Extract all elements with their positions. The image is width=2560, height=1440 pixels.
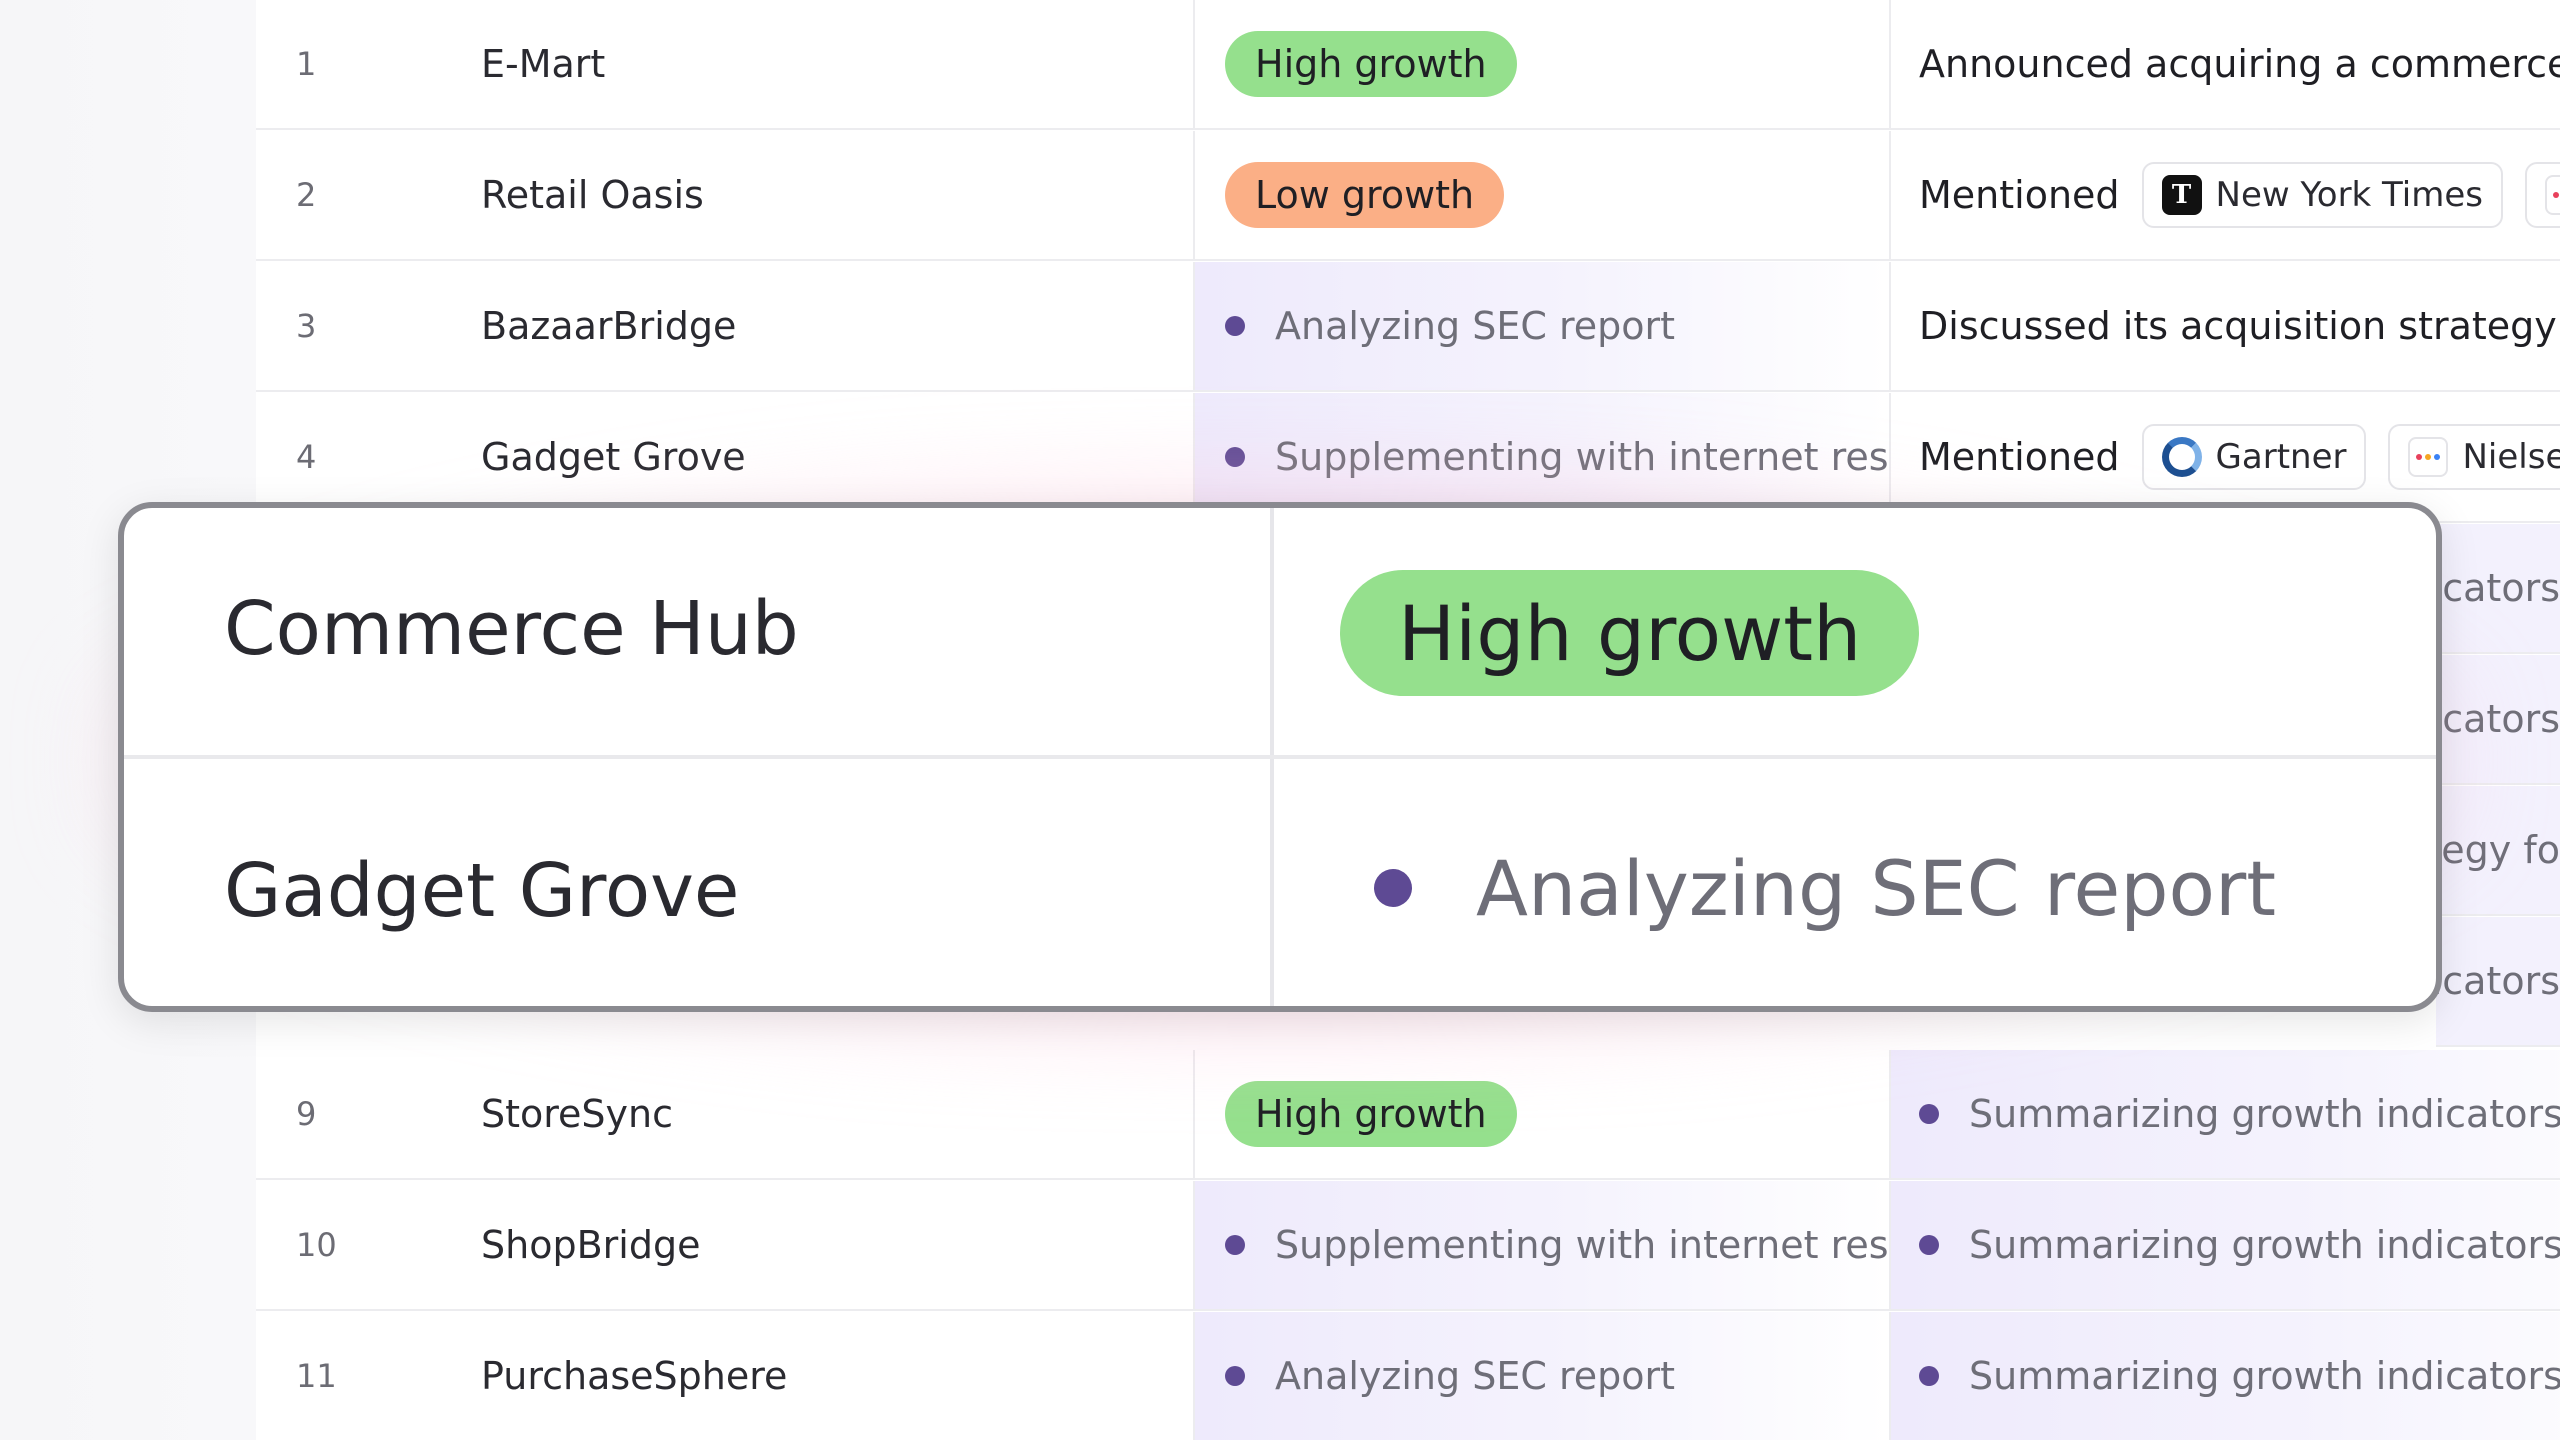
note-text: Announced acquiring a commerce-: [1919, 42, 2560, 86]
magnified-loading-status[interactable]: Analyzing SEC report: [1374, 818, 2276, 958]
note-text: Discussed its acquisition strategy fo: [1919, 304, 2560, 348]
growth-status-cell[interactable]: Analyzing SEC report: [1193, 262, 1889, 390]
table-row[interactable]: 3 BazaarBridge Analyzing SEC report Discuss…: [256, 262, 2560, 392]
high-growth-pill: High growth: [1225, 31, 1517, 97]
table-row[interactable]: 2 Retail Oasis Low growth Mentioned T New Yor…: [256, 131, 2560, 261]
row-number: 10: [296, 1226, 337, 1264]
research-note-cell[interactable]: Discussed its acquisition strategy fo: [1889, 262, 2560, 390]
growth-status-cell[interactable]: Low growth: [1193, 131, 1889, 259]
company-name-cell[interactable]: Retail Oasis: [481, 131, 1191, 259]
loading-dot-icon: [1919, 1104, 1939, 1124]
research-note-cell[interactable]: Announced acquiring a commerce-: [1889, 0, 2560, 128]
table-row[interactable]: 1 E-Mart High growth Announced acquiring a …: [256, 0, 2560, 130]
loading-dot-icon: [1374, 869, 1412, 907]
growth-status-cell[interactable]: High growth: [1193, 0, 1889, 128]
source-chip[interactable]: N: [2524, 162, 2560, 228]
loading-dot-icon: [1919, 1235, 1939, 1255]
growth-status-cell[interactable]: Supplementing with internet res: [1193, 1181, 1889, 1309]
loading-dot-icon: [1225, 1366, 1245, 1386]
row-number: 1: [296, 45, 317, 83]
magnified-loading-label: Analyzing SEC report: [1476, 843, 2277, 933]
company-name-cell[interactable]: BazaarBridge: [481, 262, 1191, 390]
loading-dot-icon: [1225, 1235, 1245, 1255]
magnifier-row-divider: [124, 755, 2436, 759]
loading-status-text: Analyzing SEC report: [1275, 1354, 1676, 1398]
research-note-cell[interactable]: Summarizing growth indicators: [1889, 1181, 2560, 1309]
source-chip[interactable]: T New York Times: [2141, 162, 2503, 228]
company-name-cell[interactable]: PurchaseSphere: [481, 1312, 1191, 1440]
low-growth-pill: Low growth: [1225, 162, 1505, 228]
research-note-cell[interactable]: Mentioned T New York Times N: [1889, 131, 2560, 259]
company-name-cell[interactable]: ShopBridge: [481, 1181, 1191, 1309]
loading-status-text: Supplementing with internet res: [1275, 1223, 1889, 1267]
source-name: Nielsen: [2462, 437, 2560, 477]
loading-dot-icon: [1919, 1366, 1939, 1386]
table-row[interactable]: 11 PurchaseSphere Analyzing SEC report Summ…: [256, 1312, 2560, 1440]
magnified-company-name[interactable]: Commerce Hub: [224, 586, 799, 672]
loading-dot-icon: [1225, 316, 1245, 336]
table-row[interactable]: 10 ShopBridge Supplementing with internet …: [256, 1181, 2560, 1311]
loading-note-text: Summarizing growth indicators: [1969, 1092, 2560, 1136]
mentioned-label: Mentioned: [1919, 173, 2120, 217]
high-growth-pill: High growth: [1225, 1081, 1517, 1147]
magnified-status-pill[interactable]: High growth: [1340, 570, 1920, 696]
nielsen-icon: [2544, 175, 2560, 215]
loading-note-text: Summarizing growth indicators: [1969, 1223, 2560, 1267]
research-note-cell[interactable]: Summarizing growth indicators: [1889, 1312, 2560, 1440]
magnified-company-name-2[interactable]: Gadget Grove: [224, 848, 739, 934]
magnifier-overlay: Commerce Hub High growth Gadget Grove An…: [118, 502, 2442, 1012]
source-name: New York Times: [2215, 175, 2483, 215]
company-name-cell[interactable]: E-Mart: [481, 0, 1191, 128]
row-number: 11: [296, 1357, 337, 1395]
nyt-icon: T: [2161, 175, 2202, 215]
loading-note-text: Summarizing growth indicators: [1969, 1354, 2560, 1398]
spreadsheet-stage: 1 E-Mart High growth Announced acquiring a …: [0, 0, 2560, 1440]
growth-status-cell[interactable]: Analyzing SEC report: [1193, 1312, 1889, 1440]
row-number: 2: [296, 176, 317, 214]
row-number: 3: [296, 307, 317, 345]
loading-status-text: Analyzing SEC report: [1275, 304, 1676, 348]
